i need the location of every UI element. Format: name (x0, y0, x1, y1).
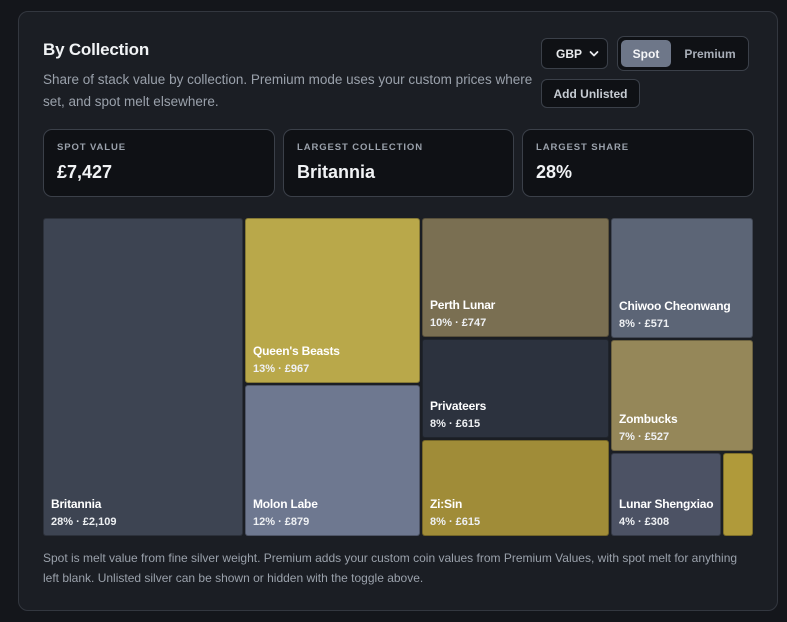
treemap-tile-name: Zi:Sin (430, 497, 463, 511)
treemap-tile-name: Britannia (51, 497, 102, 511)
footnote: Spot is melt value from fine silver weig… (43, 551, 738, 585)
stat-largest-collection: LARGEST COLLECTION Britannia (283, 129, 514, 197)
stat-value: 28% (536, 162, 573, 182)
treemap-tile[interactable]: Lunar Shengxiao 4% · £308 (611, 453, 721, 536)
treemap-tile[interactable]: Zi:Sin 8% · £615 (422, 440, 609, 536)
collection-treemap: Britannia 28% · £2,109 Queen's Beasts 13% ·… (43, 218, 754, 537)
treemap-tile-meta: 8% · £615 (430, 418, 481, 430)
treemap-tile-meta: 4% · £308 (619, 516, 670, 528)
stat-value: Britannia (297, 162, 376, 182)
treemap-tile[interactable]: Chiwoo Cheonwang 8% · £571 (611, 218, 753, 338)
treemap-tile[interactable]: Britannia 28% · £2,109 (43, 218, 243, 536)
treemap-tile-name: Lunar Shengxiao (619, 497, 714, 511)
currency-select[interactable]: GBP (541, 38, 608, 69)
mode-toggle-spot[interactable]: Spot (621, 40, 671, 67)
treemap-tile-meta: 28% · £2,109 (51, 516, 117, 528)
treemap-tile-name: Privateers (430, 399, 487, 413)
treemap-tile[interactable]: Perth Lunar 10% · £747 (422, 218, 609, 337)
mode-toggle: Spot Premium (617, 36, 749, 71)
treemap-tile[interactable]: Queen's Beasts 13% · £967 (245, 218, 420, 383)
treemap-tile-meta: 12% · £879 (253, 516, 310, 528)
treemap-tile[interactable] (723, 453, 753, 536)
treemap-tile-name: Perth Lunar (430, 298, 496, 312)
treemap-tile-meta: 8% · £571 (619, 318, 670, 330)
stat-value: £7,427 (57, 162, 113, 182)
stat-largest-share: LARGEST SHARE 28% (522, 129, 754, 197)
treemap-tile[interactable]: Zombucks 7% · £527 (611, 340, 753, 451)
treemap-tile-name: Zombucks (619, 412, 678, 426)
treemap-tile-meta: 10% · £747 (430, 317, 487, 329)
treemap-tile[interactable]: Privateers 8% · £615 (422, 339, 609, 438)
treemap-tile[interactable]: Molon Labe 12% · £879 (245, 385, 420, 536)
card-subtitle: Share of stack value by collection. Prem… (43, 72, 533, 109)
stat-spot-value: SPOT VALUE £7,427 (43, 129, 275, 197)
stat-label: LARGEST SHARE (536, 142, 629, 153)
by-collection-card: By Collection Share of stack value by co… (18, 11, 778, 611)
treemap-tile-meta: 13% · £967 (253, 363, 310, 375)
treemap-tile-meta: 8% · £615 (430, 516, 481, 528)
add-unlisted-button[interactable]: Add Unlisted (541, 79, 640, 108)
treemap-tile-name: Queen's Beasts (253, 344, 340, 358)
currency-select-value: GBP (556, 46, 583, 61)
stat-label: SPOT VALUE (57, 142, 126, 153)
card-title: By Collection (43, 40, 150, 59)
treemap-tile-name: Chiwoo Cheonwang (619, 299, 731, 313)
treemap-tile-meta: 7% · £527 (619, 431, 670, 443)
treemap-tile-name: Molon Labe (253, 497, 318, 511)
mode-toggle-premium[interactable]: Premium (674, 40, 746, 67)
stat-label: LARGEST COLLECTION (297, 142, 423, 153)
chevron-down-icon (589, 51, 599, 57)
